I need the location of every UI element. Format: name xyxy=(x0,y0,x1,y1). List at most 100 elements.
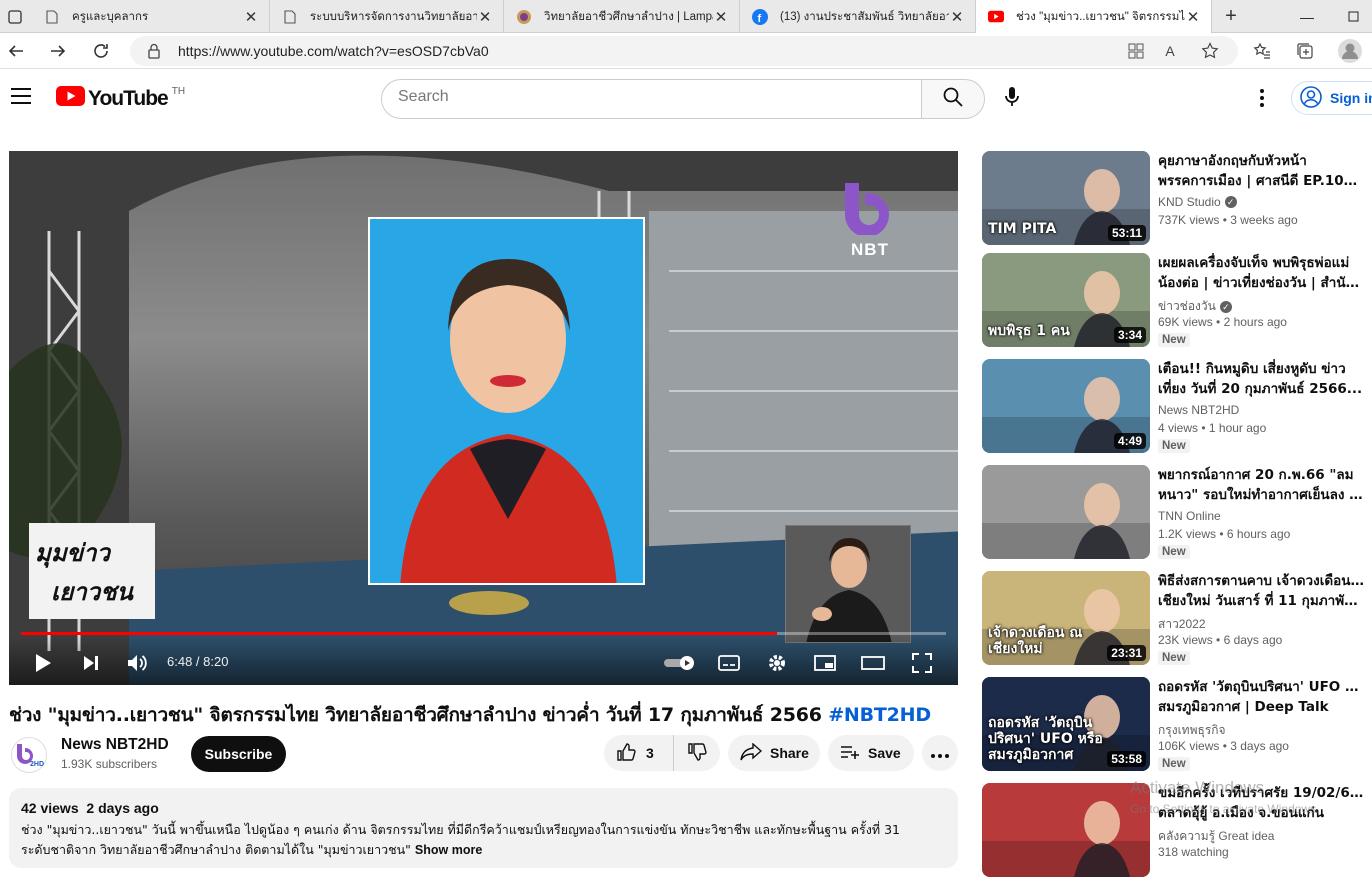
back-button[interactable] xyxy=(2,37,30,65)
apps-icon[interactable] xyxy=(1126,41,1146,61)
new-tab-button[interactable]: + xyxy=(1216,0,1246,33)
volume-icon[interactable] xyxy=(126,651,150,675)
close-icon[interactable]: ✕ xyxy=(243,8,259,26)
fullscreen-icon[interactable] xyxy=(910,651,934,675)
recommended-channel[interactable]: ข่าวช่องวัน ✓ xyxy=(1158,297,1232,316)
video-thumbnail[interactable]: TIM PITA 53:11 xyxy=(982,151,1150,245)
recommended-video-title[interactable]: เผยผลเครื่องจับเท็จ พบพิรุธพ่อแม่ น้องต่อ… xyxy=(1158,253,1364,293)
dislike-button[interactable] xyxy=(674,735,720,771)
video-thumbnail[interactable]: 4:49 xyxy=(982,359,1150,453)
view-count: 737K views xyxy=(1158,213,1220,227)
recommended-channel[interactable]: News NBT2HD xyxy=(1158,403,1239,417)
more-options-icon[interactable] xyxy=(1252,87,1272,109)
video-hashtag[interactable]: #NBT2HD xyxy=(828,704,931,726)
progress-fill xyxy=(21,632,777,635)
recommended-video[interactable]: TIM PITA 53:11 คุยภาษาอังกฤษกับหัวหน้า พรรค… xyxy=(982,151,1372,251)
recommended-video-title[interactable]: เตือน!! กินหมูดิบ เสี่ยงหูดับ ข่าว เที่ยง… xyxy=(1158,359,1364,399)
save-label: Save xyxy=(868,745,901,761)
search-input[interactable] xyxy=(398,88,898,106)
browser-tab[interactable]: วิทยาลัยอาชีวศึกษาลำปาง | Lampang ✕ xyxy=(504,0,740,33)
recommended-video[interactable]: เจ้าดวงเดือน ณ เชียงใหม่ 23:31 พิธีส่งสการ… xyxy=(982,571,1372,671)
channel-name[interactable]: News NBT2HD xyxy=(61,736,169,754)
address-bar[interactable]: https://www.youtube.com/watch?v=esOSD7cb… xyxy=(130,36,1238,66)
collections-icon[interactable] xyxy=(1291,37,1319,65)
recommended-video-title[interactable]: พยากรณ์อากาศ 20 ก.พ.66 "ลม หนาว" รอบใหม่ท… xyxy=(1158,465,1364,505)
windows-activation-hint: Go to Settings to activate Windows. xyxy=(1130,802,1320,816)
menu-icon[interactable] xyxy=(10,87,32,105)
sign-language-inset xyxy=(785,525,911,643)
browser-tab-active[interactable]: ช่วง "มุมข่าว..เยาวชน" จิตรกรรมไทย วิท ✕ xyxy=(976,0,1212,33)
recommended-channel[interactable]: กรุงเทพธุรกิจ xyxy=(1158,721,1226,740)
thumbnail-caption: TIM PITA xyxy=(988,221,1057,237)
upload-age: 3 weeks ago xyxy=(1230,213,1298,227)
favorite-add-icon[interactable] xyxy=(1200,41,1220,61)
video-thumbnail[interactable]: พบพิรุธ 1 คน 3:34 xyxy=(982,253,1150,347)
share-button[interactable]: Share xyxy=(728,735,820,771)
read-aloud-icon[interactable]: A xyxy=(1160,41,1180,61)
next-button[interactable] xyxy=(79,651,103,675)
forward-button[interactable] xyxy=(44,37,72,65)
maximize-button[interactable] xyxy=(1330,0,1372,33)
settings-gear-icon[interactable] xyxy=(765,651,789,675)
theater-mode-icon[interactable] xyxy=(861,651,885,675)
time-total: 8:20 xyxy=(203,654,229,669)
subscribe-button[interactable]: Subscribe xyxy=(191,736,286,772)
video-player[interactable]: NBT มุมข่าว เยาวชน 6:48 / 8:20 xyxy=(9,151,958,685)
browser-tab[interactable]: f (13) งานประชาสัมพันธ์ วิทยาลัยอาชีวศึ … xyxy=(740,0,976,33)
view-count: 1.2K views xyxy=(1158,527,1217,541)
show-more-link[interactable]: Show more xyxy=(415,843,482,857)
recommended-video[interactable]: 4:49 เตือน!! กินหมูดิบ เสี่ยงหูดับ ข่าว เท… xyxy=(982,359,1372,459)
browser-tab[interactable]: ระบบบริหารจัดการงานวิทยาลัยอาชีวศึ ✕ xyxy=(270,0,504,33)
close-icon[interactable]: ✕ xyxy=(477,8,493,26)
video-thumbnail[interactable]: ถอดรหัส 'วัตถุบินปริศนา' UFO หรือ สมรภูม… xyxy=(982,677,1150,771)
tab-actions-button[interactable] xyxy=(0,0,30,33)
profile-avatar[interactable] xyxy=(1336,37,1364,65)
browser-navigation-bar: https://www.youtube.com/watch?v=esOSD7cb… xyxy=(0,33,1372,69)
search-button[interactable] xyxy=(921,79,985,119)
play-button[interactable] xyxy=(31,651,55,675)
miniplayer-icon[interactable] xyxy=(813,651,837,675)
voice-search-button[interactable] xyxy=(1000,86,1024,112)
close-icon[interactable]: ✕ xyxy=(713,8,729,26)
video-metadata: 23K views • 6 days ago xyxy=(1158,633,1283,647)
recommended-channel[interactable]: คลังความรู้ Great idea xyxy=(1158,827,1274,846)
recommended-video[interactable]: พบพิรุธ 1 คน 3:34 เผยผลเครื่องจับเท็จ พบพิ… xyxy=(982,253,1372,353)
browser-tab[interactable]: ครูและบุคลากร ✕ xyxy=(32,0,270,33)
recommended-video[interactable]: พยากรณ์อากาศ 20 ก.พ.66 "ลม หนาว" รอบใหม่ท… xyxy=(982,465,1372,565)
save-button[interactable]: Save xyxy=(828,735,914,771)
recommended-video[interactable]: ขมอีกครั้ง เวทีปราศรัย 19/02/66 ที่ ตลาดอ… xyxy=(982,783,1372,883)
minimize-button[interactable]: — xyxy=(1284,0,1330,33)
recommended-video-title[interactable]: คุยภาษาอังกฤษกับหัวหน้า พรรคการเมือง | ศา… xyxy=(1158,151,1364,191)
lock-icon[interactable] xyxy=(144,41,164,61)
view-count: 69K views xyxy=(1158,315,1213,329)
recommended-channel[interactable]: TNN Online xyxy=(1158,509,1221,523)
upload-age: 1 hour ago xyxy=(1208,421,1267,435)
subscribe-label: Subscribe xyxy=(204,746,273,762)
reload-button[interactable] xyxy=(87,37,115,65)
like-button[interactable]: 3 xyxy=(604,735,674,771)
channel-label: News NBT2HD xyxy=(1158,403,1240,417)
view-count: 23K views xyxy=(1158,633,1213,647)
description-box[interactable]: 42 views 2 days ago ช่วง "มุมข่าว..เยาวช… xyxy=(9,788,958,868)
microphone-icon xyxy=(1005,86,1019,112)
youtube-logo[interactable]: YouTube TH xyxy=(56,86,185,111)
recommended-channel[interactable]: KND Studio ✓ xyxy=(1158,195,1237,209)
recommended-video-title[interactable]: พิธีส่งสการตานคาบ เจ้าดวงเดือน ณเชียงใหม… xyxy=(1158,571,1364,611)
windows-activation-watermark: Activate Windows xyxy=(1130,778,1265,797)
autoplay-toggle[interactable] xyxy=(663,651,697,675)
channel-avatar[interactable]: 2HD xyxy=(11,737,47,773)
sign-in-button[interactable]: Sign in xyxy=(1291,81,1372,115)
close-icon[interactable]: ✕ xyxy=(1185,8,1201,26)
like-count: 3 xyxy=(646,745,654,761)
video-thumbnail[interactable] xyxy=(982,465,1150,559)
close-icon[interactable]: ✕ xyxy=(949,8,965,26)
video-thumbnail[interactable]: เจ้าดวงเดือน ณ เชียงใหม่ 23:31 xyxy=(982,571,1150,665)
recommended-channel[interactable]: สาว2022 xyxy=(1158,615,1206,634)
recommended-video-title[interactable]: ถอดรหัส 'วัตถุบินปริศนา' UFO หรือ สมรภูมิ… xyxy=(1158,677,1364,717)
more-actions-button[interactable] xyxy=(922,735,958,771)
recommended-video[interactable]: ถอดรหัส 'วัตถุบินปริศนา' UFO หรือ สมรภูม… xyxy=(982,677,1372,777)
video-thumbnail[interactable] xyxy=(982,783,1150,877)
favorites-icon[interactable] xyxy=(1248,37,1276,65)
subtitles-icon[interactable] xyxy=(717,651,741,675)
progress-track[interactable] xyxy=(21,632,946,635)
